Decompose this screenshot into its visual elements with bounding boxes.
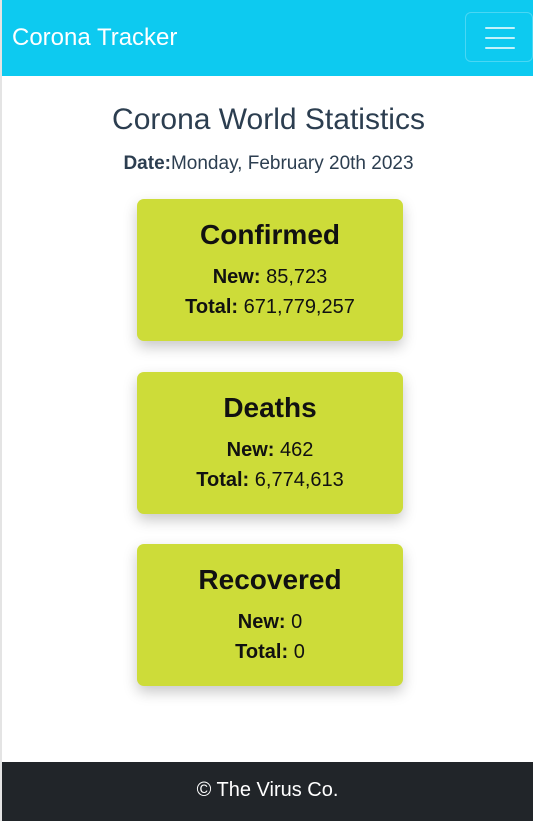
total-label: Total: (196, 469, 250, 491)
confirmed-card: Confirmed New: 85,723 Total: 671,779,257 (137, 199, 403, 341)
total-label: Total: (235, 641, 289, 663)
total-value: 0 (293, 641, 305, 663)
page-title: Corona World Statistics (112, 103, 425, 136)
total-value: 6,774,613 (254, 469, 344, 491)
new-value: 462 (279, 439, 314, 461)
date-label: Date: (123, 153, 171, 174)
hamburger-menu-icon (485, 26, 515, 50)
new-value: 85,723 (266, 266, 328, 288)
new-value: 0 (291, 611, 303, 633)
card-total-row: Total: 6,774,613 (137, 468, 403, 492)
card-total-row: Total: 671,779,257 (137, 295, 403, 319)
card-title: Confirmed (200, 219, 340, 250)
date-line: Date:Monday, February 20th 2023 (2, 152, 533, 176)
navbar: Corona Tracker (2, 0, 533, 76)
navbar-toggler-button[interactable] (465, 12, 533, 62)
recovered-card: Recovered New: 0 Total: 0 (137, 544, 403, 686)
total-value: 671,779,257 (243, 296, 355, 318)
card-title: Deaths (223, 392, 317, 423)
new-label: New: (237, 611, 286, 633)
new-label: New: (226, 439, 275, 461)
card-total-row: Total: 0 (137, 640, 403, 664)
card-title: Recovered (198, 564, 342, 595)
card-new-row: New: 85,723 (137, 265, 403, 289)
footer: © The Virus Co. (2, 762, 533, 821)
card-new-row: New: 0 (137, 610, 403, 634)
brand-link[interactable]: Corona Tracker (12, 23, 177, 53)
total-label: Total: (185, 296, 239, 318)
new-label: New: (212, 266, 261, 288)
footer-copyright: © The Virus Co. (196, 779, 339, 801)
card-new-row: New: 462 (137, 438, 403, 462)
date-value: Monday, February 20th 2023 (170, 153, 414, 174)
deaths-card: Deaths New: 462 Total: 6,774,613 (137, 372, 403, 514)
